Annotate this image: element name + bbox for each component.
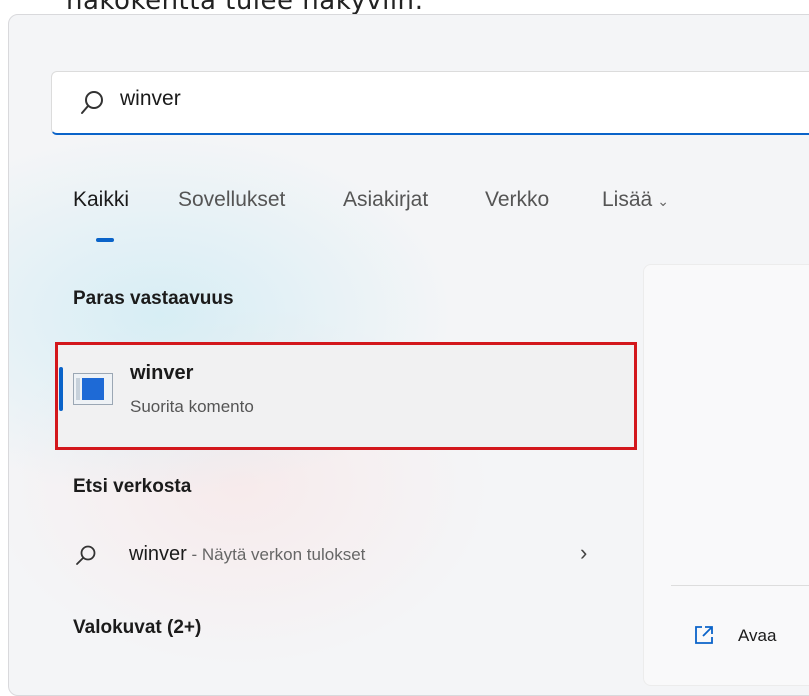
best-match-result[interactable] [55, 342, 637, 450]
web-search-heading: Etsi verkosta [73, 476, 192, 497]
winver-app-icon [73, 373, 113, 405]
best-match-heading: Paras vastaavuus [73, 288, 234, 309]
chevron-right-icon: › [580, 540, 588, 565]
tab-all[interactable]: Kaikki [73, 188, 129, 212]
photos-heading: Valokuvat (2+) [73, 617, 202, 638]
preview-pane [643, 264, 809, 686]
active-tab-indicator [96, 238, 114, 242]
tab-more[interactable]: Lisää ⌄ [602, 188, 669, 212]
open-icon[interactable] [692, 623, 716, 647]
search-icon [81, 91, 103, 114]
open-button[interactable]: Avaa [738, 626, 776, 646]
result-subtitle: Suorita komento [130, 397, 254, 416]
search-box[interactable] [51, 71, 809, 135]
preview-divider [671, 585, 809, 586]
web-query-text: winver [129, 543, 187, 565]
tab-web[interactable]: Verkko [485, 188, 549, 212]
tab-apps[interactable]: Sovellukset [178, 188, 285, 212]
web-search-icon [76, 545, 96, 565]
web-hint-text: - Näytä verkon tulokset [186, 545, 366, 564]
selection-indicator [59, 367, 63, 411]
tab-documents[interactable]: Asiakirjat [343, 188, 428, 212]
search-input[interactable] [118, 86, 722, 112]
web-search-result[interactable]: winver - Näytä verkon tulokset › [58, 530, 618, 578]
chevron-down-icon: ⌄ [657, 193, 669, 209]
result-title: winver [130, 362, 194, 384]
